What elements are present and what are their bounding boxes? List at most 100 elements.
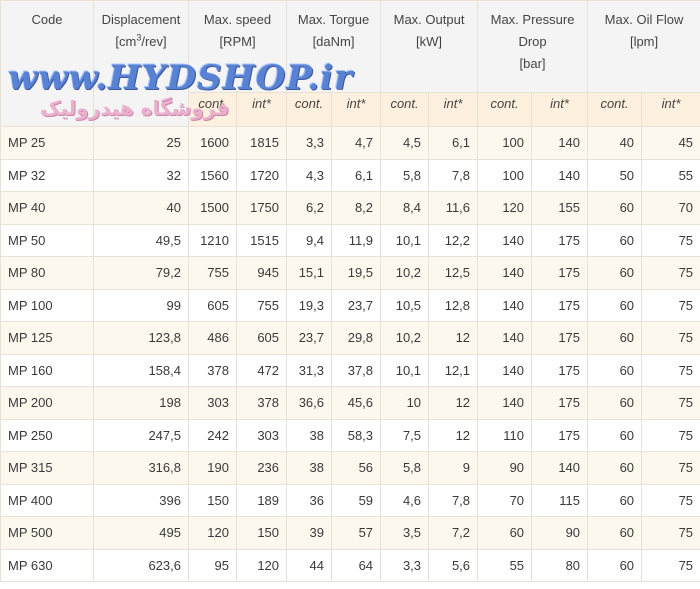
table-cell: 60 — [587, 386, 643, 420]
table-cell: 303 — [188, 386, 237, 420]
table-cell: 10 — [380, 386, 430, 420]
subheader-cell: cont. — [286, 92, 333, 127]
table-cell: 140 — [531, 451, 589, 485]
table-row: MP 125 123,8 486 605 23,7 29,8 10,2 12 140 175 60 7… — [0, 321, 700, 355]
table-cell: 38 — [286, 451, 333, 485]
table-cell: 1815 — [235, 126, 288, 160]
table-cell: 472 — [235, 353, 288, 387]
table-cell: 60 — [587, 288, 643, 322]
table-cell: 19,5 — [331, 256, 382, 290]
table-cell: 6,1 — [428, 126, 479, 160]
table-cell: 140 — [477, 321, 533, 355]
model-code-cell: MP 400 — [0, 483, 94, 517]
table-cell: 247,5 — [93, 418, 189, 452]
table-cell: 150 — [235, 516, 288, 550]
table-cell: 9 — [428, 451, 479, 485]
table-cell: 110 — [477, 418, 533, 452]
table-cell: 80 — [531, 548, 589, 582]
table-cell: 75 — [641, 548, 700, 582]
table-cell: 155 — [531, 191, 589, 225]
subheader-cell: int* — [641, 92, 700, 127]
table-cell: 120 — [477, 191, 533, 225]
table-cell: 10,5 — [380, 288, 430, 322]
model-code-cell: MP 50 — [0, 223, 94, 257]
table-cell: 175 — [531, 223, 589, 257]
table-cell: 123,8 — [93, 321, 189, 355]
table-cell: 9,4 — [286, 223, 333, 257]
table-cell: 23,7 — [286, 321, 333, 355]
table-cell: 316,8 — [93, 451, 189, 485]
table-cell: 15,1 — [286, 256, 333, 290]
table-cell: 10,2 — [380, 256, 430, 290]
table-cell: 60 — [587, 353, 643, 387]
header-max-oil-flow: Max. Oil Flow [lpm] — [587, 0, 700, 93]
table-cell: 11,6 — [428, 191, 479, 225]
subheader-cell: int* — [331, 92, 382, 127]
table-cell: 45,6 — [331, 386, 382, 420]
table-row: MP 25 25 1600 1815 3,3 4,7 4,5 6,1 100 140 40 45 — [0, 126, 700, 160]
table-cell: 6,1 — [331, 158, 382, 192]
table-cell: 605 — [188, 288, 237, 322]
subheader-cell: int* — [235, 92, 288, 127]
table-cell: 29,8 — [331, 321, 382, 355]
table-cell: 23,7 — [331, 288, 382, 322]
table-cell: 115 — [531, 483, 589, 517]
header-max-output: Max. Output [kW] — [380, 0, 479, 93]
model-code-cell: MP 125 — [0, 321, 94, 355]
model-code-cell: MP 32 — [0, 158, 94, 192]
table-cell: 4,7 — [331, 126, 382, 160]
table-cell: 60 — [587, 223, 643, 257]
table-cell: 1515 — [235, 223, 288, 257]
table-cell: 60 — [587, 256, 643, 290]
table-body: MP 25 25 1600 1815 3,3 4,7 4,5 6,1 100 140 40 45 MP … — [0, 126, 700, 582]
model-code-cell: MP 80 — [0, 256, 94, 290]
table-cell: 5,8 — [380, 451, 430, 485]
table-cell: 1600 — [188, 126, 237, 160]
table-cell: 75 — [641, 418, 700, 452]
table-cell: 90 — [531, 516, 589, 550]
table-cell: 55 — [477, 548, 533, 582]
table-cell: 8,4 — [380, 191, 430, 225]
table-cell: 605 — [235, 321, 288, 355]
table-cell: 4,6 — [380, 483, 430, 517]
table-cell: 12,5 — [428, 256, 479, 290]
table-cell: 44 — [286, 548, 333, 582]
table-cell: 1210 — [188, 223, 237, 257]
table-cell: 140 — [477, 256, 533, 290]
table-cell: 56 — [331, 451, 382, 485]
table-cell: 396 — [93, 483, 189, 517]
table-cell: 75 — [641, 223, 700, 257]
table-cell: 3,3 — [380, 548, 430, 582]
table-cell: 45 — [641, 126, 700, 160]
table-cell: 189 — [235, 483, 288, 517]
table-cell: 60 — [587, 191, 643, 225]
table-cell: 50 — [587, 158, 643, 192]
table-cell: 75 — [641, 483, 700, 517]
table-cell: 36,6 — [286, 386, 333, 420]
table-cell: 7,8 — [428, 158, 479, 192]
table-row: MP 630 623,6 95 120 44 64 3,3 5,6 55 80 60 75 — [0, 548, 700, 582]
table-cell: 755 — [235, 288, 288, 322]
table-cell: 11,9 — [331, 223, 382, 257]
table-cell: 12,2 — [428, 223, 479, 257]
table-cell: 7,2 — [428, 516, 479, 550]
table-cell: 60 — [587, 548, 643, 582]
model-code-cell: MP 500 — [0, 516, 94, 550]
table-cell: 1750 — [235, 191, 288, 225]
table-cell: 755 — [188, 256, 237, 290]
table-cell: 59 — [331, 483, 382, 517]
table-row: MP 160 158,4 378 472 31,3 37,8 10,1 12,1 140 175 6… — [0, 353, 700, 387]
table-cell: 6,2 — [286, 191, 333, 225]
table-row: MP 100 99 605 755 19,3 23,7 10,5 12,8 140 175 60 75 — [0, 288, 700, 322]
table-cell: 39 — [286, 516, 333, 550]
table-cell: 10,1 — [380, 353, 430, 387]
table-cell: 60 — [587, 321, 643, 355]
table-row: MP 80 79,2 755 945 15,1 19,5 10,2 12,5 140 175 60 7… — [0, 256, 700, 290]
model-code-cell: MP 315 — [0, 451, 94, 485]
table-cell: 90 — [477, 451, 533, 485]
table-cell: 486 — [188, 321, 237, 355]
table-cell: 1500 — [188, 191, 237, 225]
table-cell: 12,8 — [428, 288, 479, 322]
model-code-cell: MP 100 — [0, 288, 94, 322]
model-code-cell: MP 40 — [0, 191, 94, 225]
